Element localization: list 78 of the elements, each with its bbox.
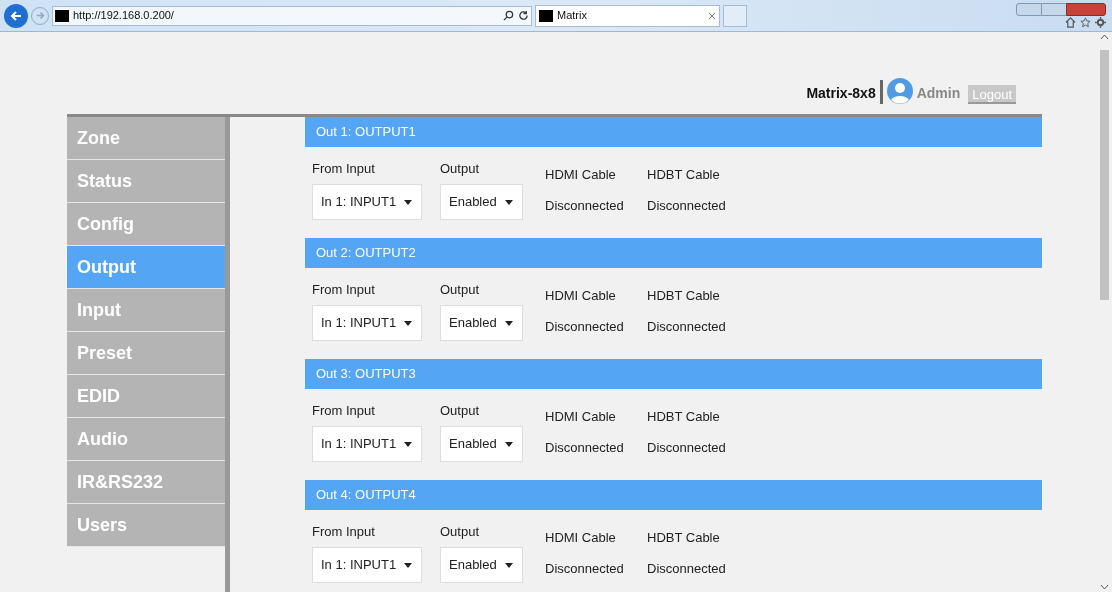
status-text: Disconnected (545, 196, 625, 215)
field-label: Output (440, 402, 481, 420)
field-label: HDMI Cable (545, 166, 617, 184)
field-label: From Input (312, 281, 376, 299)
output-select[interactable]: Enabled (440, 426, 523, 462)
close-icon[interactable] (708, 11, 716, 20)
field-label: HDMI Cable (545, 529, 617, 547)
user-avatar-icon (886, 78, 913, 104)
input-select[interactable]: In 1: INPUT1 (312, 184, 422, 220)
section-header: Out 2: OUTPUT2 (305, 238, 1042, 268)
output-select[interactable]: Enabled (440, 547, 523, 583)
status-text: Disconnected (647, 438, 727, 457)
sidebar-item[interactable]: IR&RS232 (67, 461, 225, 504)
field-label: HDBT Cable (647, 408, 721, 426)
site-icon (55, 9, 69, 22)
arrow-right-icon (35, 11, 45, 20)
section-header: Out 4: OUTPUT4 (305, 480, 1042, 510)
star-icon[interactable] (1080, 17, 1091, 28)
caret-icon (504, 320, 513, 326)
url-text: http://192.168.0.200/ (73, 8, 174, 24)
minimize-button[interactable] (1016, 3, 1042, 16)
field-label: From Input (312, 160, 376, 178)
caret-icon (504, 441, 513, 447)
arrow-left-icon (10, 9, 22, 22)
scroll-thumb[interactable] (1100, 50, 1109, 300)
scroll-up-icon[interactable] (1100, 34, 1109, 40)
sidebar-item[interactable]: Config (67, 203, 225, 246)
settings-icon[interactable] (1095, 17, 1106, 28)
tab-icon (539, 9, 553, 22)
field-label: Output (440, 160, 481, 178)
status-text: Disconnected (545, 438, 625, 457)
caret-icon (404, 562, 413, 568)
sidebar-item[interactable]: EDID (67, 375, 225, 418)
refresh-icon (518, 10, 529, 21)
scrollbar[interactable] (1097, 32, 1112, 592)
section-header: Out 1: OUTPUT1 (305, 117, 1042, 147)
address-bar[interactable]: http://192.168.0.200/ (52, 5, 532, 26)
back-button[interactable] (4, 3, 28, 28)
sidebar-item[interactable]: Audio (67, 418, 225, 461)
scroll-down-icon[interactable] (1100, 584, 1109, 590)
field-label: Output (440, 281, 481, 299)
sidebar-item[interactable]: Preset (67, 332, 225, 375)
caret-icon (404, 441, 413, 447)
user-name: Admin (916, 84, 961, 103)
caret-icon (404, 199, 413, 205)
tab-title: Matrix (557, 8, 587, 24)
caret-icon (504, 562, 513, 568)
field-label: From Input (312, 523, 376, 541)
status-text: Disconnected (545, 317, 625, 336)
field-label: HDMI Cable (545, 408, 617, 426)
input-select[interactable]: In 1: INPUT1 (312, 547, 422, 583)
field-label: HDMI Cable (545, 287, 617, 305)
field-label: HDBT Cable (647, 166, 721, 184)
sidebar-item[interactable]: Zone (67, 117, 225, 160)
status-text: Disconnected (545, 559, 625, 578)
input-select[interactable]: In 1: INPUT1 (312, 426, 422, 462)
output-select[interactable]: Enabled (440, 184, 523, 220)
section-header: Out 3: OUTPUT3 (305, 359, 1042, 389)
field-label: HDBT Cable (647, 529, 721, 547)
output-select[interactable]: Enabled (440, 305, 523, 341)
status-text: Disconnected (647, 196, 727, 215)
maximize-button[interactable] (1042, 3, 1066, 16)
status-text: Disconnected (647, 317, 727, 336)
browser-tab[interactable]: Matrix (535, 4, 720, 27)
home-icon[interactable] (1065, 17, 1076, 28)
search-icon (503, 10, 514, 21)
sidebar-item[interactable]: Users (67, 504, 225, 547)
status-text: Disconnected (647, 559, 727, 578)
sidebar-item[interactable]: Status (67, 160, 225, 203)
field-label: HDBT Cable (647, 287, 721, 305)
field-label: From Input (312, 402, 376, 420)
sidebar-item[interactable]: Output (67, 246, 225, 289)
caret-icon (504, 199, 513, 205)
field-label: Output (440, 523, 481, 541)
device-name: Matrix-8x8 (806, 84, 876, 103)
sidebar-item[interactable]: Input (67, 289, 225, 332)
caret-icon (404, 320, 413, 326)
input-select[interactable]: In 1: INPUT1 (312, 305, 422, 341)
